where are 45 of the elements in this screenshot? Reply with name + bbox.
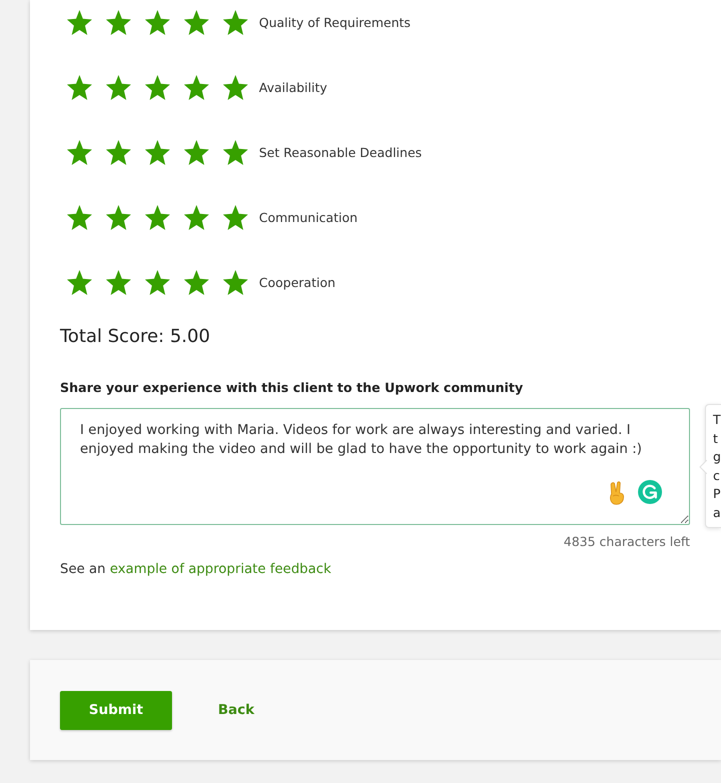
star-icon[interactable] xyxy=(67,270,92,294)
star-icon[interactable] xyxy=(67,140,92,164)
characters-left: 4835 characters left xyxy=(562,534,690,550)
star-icon[interactable] xyxy=(223,74,248,100)
star-icon[interactable] xyxy=(223,204,248,230)
victory-hand-icon xyxy=(607,481,627,505)
feedback-field[interactable]: I enjoyed working with Maria. Videos for work are always interesting and varied. I enjoyed making the video and will be glad to have the opportunity to work again :) xyxy=(60,408,690,525)
tooltip-text: T xyxy=(713,411,721,429)
star-icon[interactable] xyxy=(67,204,92,230)
rating-label: Quality of Requirements xyxy=(259,14,411,30)
star-icon[interactable] xyxy=(145,74,170,100)
star-icon[interactable] xyxy=(184,74,209,100)
tooltip-text: P xyxy=(713,485,721,503)
tooltip-text: g xyxy=(713,448,721,466)
tooltip-text: c xyxy=(713,466,720,484)
star-icon[interactable] xyxy=(106,204,131,230)
star-icon[interactable] xyxy=(106,140,131,164)
star-icon[interactable] xyxy=(223,10,248,34)
rating-label: Set Reasonable Deadlines xyxy=(259,144,422,160)
star-icon[interactable] xyxy=(106,270,131,294)
tooltip-text: a xyxy=(713,504,721,522)
star-icon[interactable] xyxy=(67,10,92,34)
total-score: Total Score: 5.00 xyxy=(60,326,210,348)
star-icon[interactable] xyxy=(223,270,248,294)
submit-button[interactable]: Submit xyxy=(60,690,172,730)
rating-label: Cooperation xyxy=(259,274,336,290)
star-icon[interactable] xyxy=(106,10,131,34)
star-icon[interactable] xyxy=(145,204,170,230)
star-icon[interactable] xyxy=(145,140,170,164)
star-icon[interactable] xyxy=(145,270,170,294)
feedback-label: Share your experience with this client to the Upwork community xyxy=(60,380,523,396)
star-icon[interactable] xyxy=(184,270,209,294)
star-icon[interactable] xyxy=(67,74,92,100)
feedback-hint: See an example of appropriate feedback xyxy=(60,562,332,578)
star-icon[interactable] xyxy=(184,204,209,230)
star-icon[interactable] xyxy=(223,140,248,164)
example-link[interactable]: example of appropriate feedback xyxy=(110,562,332,577)
star-icon[interactable] xyxy=(145,10,170,34)
star-icon[interactable] xyxy=(184,10,209,34)
rating-label: Availability xyxy=(259,80,328,94)
star-icon[interactable] xyxy=(184,140,209,164)
star-icon[interactable] xyxy=(106,74,131,100)
back-link[interactable]: Back xyxy=(218,702,254,718)
tooltip-text: t xyxy=(713,430,718,448)
rating-label: Communication xyxy=(259,210,358,224)
